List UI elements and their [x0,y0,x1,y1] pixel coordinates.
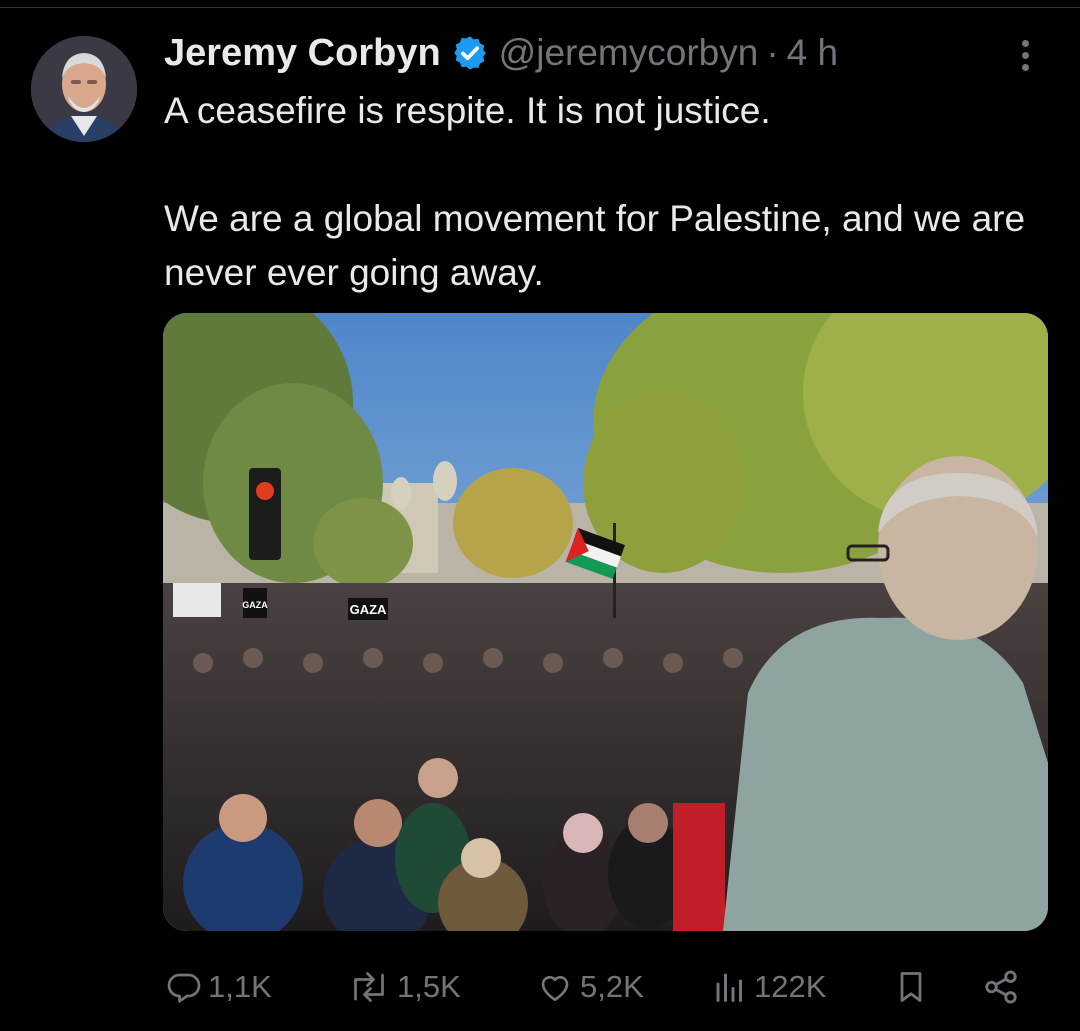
tweet-header: Jeremy Corbyn @jeremycorbyn · 4 h [164,30,838,76]
tweet-text: A ceasefire is respite. It is not justic… [164,84,1044,300]
share-icon [985,970,1017,1004]
views-button[interactable]: 122K [712,958,826,1016]
like-count: 5,2K [580,969,644,1004]
tweet-text-line: We are a global movement for Palestine, … [164,198,1026,293]
verified-badge-icon [453,36,486,70]
more-icon[interactable] [1010,36,1040,76]
tweet-timestamp[interactable]: 4 h [787,32,838,74]
repost-icon [354,972,384,1002]
protest-sign: GAZA [350,602,387,617]
repost-count: 1,5K [397,969,461,1004]
bookmark-button[interactable] [893,958,935,1016]
tweet-actions: 1,1K 1,5K 5,2K 122K [0,958,1080,1018]
views-count: 122K [754,969,827,1004]
share-button[interactable] [982,958,1026,1016]
author-name[interactable]: Jeremy Corbyn [164,32,441,75]
reply-button[interactable]: 1,1K [166,958,272,1016]
reply-icon [167,973,201,1003]
top-divider [0,0,1080,8]
repost-button[interactable]: 1,5K [347,958,461,1016]
views-icon [716,973,742,1002]
like-icon [541,975,569,1002]
avatar[interactable] [31,36,137,142]
separator: · [766,32,779,73]
like-button[interactable]: 5,2K [536,958,644,1016]
tweet-image[interactable]: GAZA GAZA [163,313,1048,931]
tweet-text-line: A ceasefire is respite. It is not justic… [164,90,771,131]
protest-sign: GAZA [242,600,268,610]
bookmark-icon [900,972,922,1002]
reply-count: 1,1K [208,969,272,1004]
author-handle[interactable]: @jeremycorbyn [499,32,759,74]
